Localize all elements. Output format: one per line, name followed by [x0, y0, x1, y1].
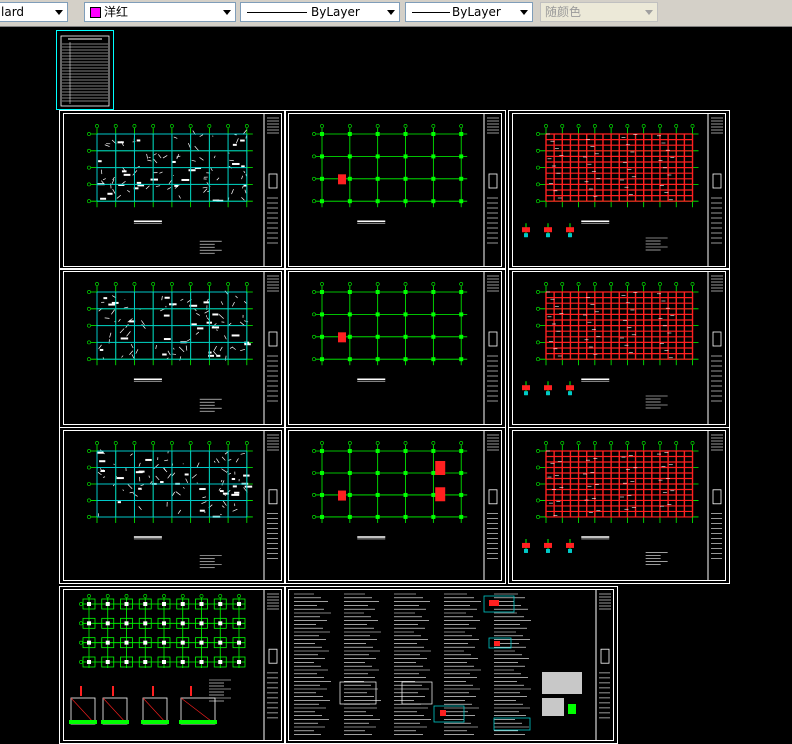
text-style-value: lard [1, 5, 25, 19]
plot-style-combo: 随颜色 [540, 2, 658, 22]
drawing-sheet-3[interactable] [508, 110, 730, 270]
color-combo[interactable]: 洋红 [84, 2, 236, 22]
dropdown-arrow-icon[interactable] [219, 3, 235, 21]
drawing-sheet-8[interactable] [284, 427, 506, 584]
dropdown-arrow-icon[interactable] [51, 3, 67, 21]
drawing-sheet-1[interactable] [59, 110, 286, 270]
lineweight-value: ByLayer [452, 5, 501, 19]
text-style-combo[interactable]: lard [0, 2, 68, 22]
drawing-sheet-2[interactable] [284, 110, 506, 270]
drawing-sheet-6[interactable] [508, 268, 730, 428]
lineweight-sample [412, 12, 450, 13]
drawing-sheet-5[interactable] [284, 268, 506, 428]
drawing-canvas[interactable] [0, 27, 792, 744]
dropdown-arrow-icon[interactable] [516, 3, 532, 21]
color-value: 洋红 [104, 5, 129, 19]
drawing-sheet-9[interactable] [508, 427, 730, 584]
dropdown-arrow-icon[interactable] [383, 3, 399, 21]
linetype-sample [247, 12, 307, 13]
drawing-sheet-4[interactable] [59, 268, 286, 428]
drawing-index-sheet[interactable] [56, 30, 114, 110]
drawing-sheet-general-notes[interactable] [284, 586, 618, 744]
color-swatch [90, 7, 101, 18]
plot-style-value: 随颜色 [545, 5, 582, 19]
dropdown-arrow-icon [641, 3, 657, 21]
linetype-combo[interactable]: ByLayer [240, 2, 400, 22]
lineweight-combo[interactable]: ByLayer [405, 2, 533, 22]
linetype-value: ByLayer [311, 5, 360, 19]
drawing-sheet-7[interactable] [59, 427, 286, 584]
properties-toolbar: lard 洋红 ByLayer ByLayer 随颜色 [0, 0, 792, 27]
drawing-sheet-foundation[interactable] [59, 586, 286, 744]
